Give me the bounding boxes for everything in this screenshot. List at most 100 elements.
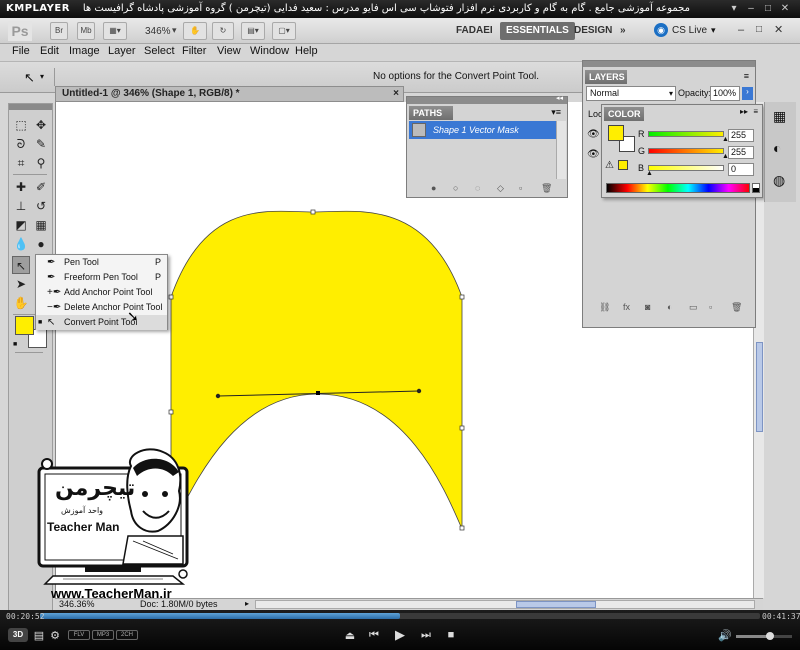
anchor-point-top-left[interactable]: [168, 294, 174, 300]
color-value-field-r[interactable]: 255: [728, 129, 754, 142]
volume-icon[interactable]: 🔊: [718, 629, 732, 642]
default-colors-icon[interactable]: ■: [13, 341, 17, 348]
marquee-tool-icon[interactable]: ⬚: [12, 116, 30, 134]
adjustment-layer-icon[interactable]: ◐: [667, 302, 672, 312]
horizontal-scrollbar[interactable]: [255, 600, 755, 609]
stop-icon[interactable]: ■: [444, 629, 458, 641]
window-close-icon[interactable]: ✕: [778, 2, 792, 15]
menu-image[interactable]: Image: [69, 45, 100, 57]
fill-path-icon[interactable]: ●: [431, 183, 436, 193]
anchor-point-top-right[interactable]: [459, 294, 465, 300]
styles-panel-icon[interactable]: ▦: [773, 108, 786, 125]
3d-button[interactable]: 3D: [8, 628, 28, 642]
flyout-pen-tool[interactable]: ✒ Pen Tool P: [36, 255, 167, 270]
workspace-design[interactable]: DESIGN: [568, 22, 618, 40]
flyout-add-anchor-tool[interactable]: +✒ Add Anchor Point Tool: [36, 285, 167, 300]
status-menu-icon[interactable]: ▸: [245, 599, 249, 608]
extras-menu-button[interactable]: ▦▾: [103, 22, 127, 40]
menu-edit[interactable]: Edit: [40, 45, 59, 57]
menu-window[interactable]: Window: [250, 45, 289, 57]
delete-layer-icon[interactable]: 🗑: [731, 302, 742, 313]
anchor-point-top[interactable]: [310, 209, 316, 215]
adjustments-panel-icon[interactable]: ◐: [773, 140, 781, 156]
gamut-color-swatch[interactable]: [618, 160, 628, 170]
color-value-field-g[interactable]: 255: [728, 146, 754, 159]
layers-tab[interactable]: LAYERS: [585, 70, 627, 84]
load-selection-icon[interactable]: ◌: [475, 183, 480, 193]
color-value-field-b[interactable]: 0: [728, 163, 754, 176]
black-white-swatch[interactable]: [752, 183, 760, 193]
yellow-shape[interactable]: [170, 210, 463, 530]
tool-preset-dropdown-icon[interactable]: ▾: [40, 72, 44, 81]
hand-tool-icon[interactable]: ✋: [12, 294, 30, 312]
anchor-point-mid-right[interactable]: [459, 425, 465, 431]
blend-mode-select[interactable]: Normal ▾: [586, 86, 676, 101]
anchor-point-mid-left[interactable]: [168, 409, 174, 415]
quick-selection-tool-icon[interactable]: ✎: [32, 135, 50, 153]
flyout-freeform-pen-tool[interactable]: ✒ Freeform Pen Tool P: [36, 270, 167, 285]
bridge-button[interactable]: Br: [50, 22, 68, 40]
color-tab[interactable]: COLOR: [604, 107, 644, 121]
color-slider-b[interactable]: [648, 165, 724, 171]
foreground-color-swatch[interactable]: [15, 316, 34, 335]
minimize-icon[interactable]: –: [738, 24, 744, 36]
anchor-point-bottom-right[interactable]: [459, 525, 465, 531]
document-tab[interactable]: Untitled-1 @ 346% (Shape 1, RGB/8) * ×: [55, 86, 404, 102]
masks-panel-icon[interactable]: ◍: [773, 172, 785, 189]
hand-tool-button[interactable]: ✋: [183, 22, 207, 40]
path-item-shape-1[interactable]: Shape 1 Vector Mask: [409, 121, 556, 139]
cs-live-button[interactable]: CS Live: [672, 25, 707, 36]
volume-knob[interactable]: [766, 632, 774, 640]
out-of-gamut-warning-icon[interactable]: ⚠: [605, 160, 614, 171]
healing-brush-tool-icon[interactable]: ✚: [12, 178, 30, 196]
clone-stamp-tool-icon[interactable]: ⊥: [12, 197, 30, 215]
window-pin-icon[interactable]: ▾: [727, 2, 741, 15]
new-path-icon[interactable]: ▫: [519, 183, 522, 193]
opacity-slider-icon[interactable]: ›: [742, 87, 753, 100]
menu-file[interactable]: File: [12, 45, 30, 57]
brush-tool-icon[interactable]: ✐: [32, 178, 50, 196]
dodge-tool-icon[interactable]: ●: [32, 235, 50, 253]
anchor-point-selected[interactable]: [316, 391, 320, 395]
rotate-view-button[interactable]: ↻: [212, 22, 234, 40]
gradient-tool-icon[interactable]: ▦: [32, 216, 50, 234]
cs-live-dropdown-icon[interactable]: ▾: [711, 25, 716, 36]
layers-menu-icon[interactable]: ≡: [744, 71, 749, 81]
convert-point-tool-icon[interactable]: ↖: [24, 70, 35, 86]
eyedropper-tool-icon[interactable]: ⚲: [32, 154, 50, 172]
layer-visibility-icon-1[interactable]: 👁: [587, 129, 600, 140]
zoom-level[interactable]: 346%: [145, 26, 171, 37]
menu-layer[interactable]: Layer: [108, 45, 136, 57]
workspace-fadaei[interactable]: FADAEI: [450, 22, 499, 40]
paths-scrollbar[interactable]: [556, 121, 566, 179]
volume-slider[interactable]: [736, 632, 792, 640]
window-maximize-icon[interactable]: □: [761, 2, 775, 15]
flyout-convert-point-tool[interactable]: ■ ↖ Convert Point Tool: [36, 315, 167, 330]
direction-handle-right[interactable]: [416, 388, 422, 394]
path-selection-tool-icon[interactable]: ➤: [12, 275, 30, 293]
color-slider-knob-b[interactable]: ▲: [646, 170, 653, 177]
new-group-icon[interactable]: ▭: [689, 302, 698, 313]
delete-path-icon[interactable]: 🗑: [541, 183, 552, 194]
lasso-tool-icon[interactable]: ᘐ: [12, 135, 30, 153]
window-minimize-icon[interactable]: –: [744, 2, 758, 15]
color-collapse-icon[interactable]: ▸▸: [740, 107, 748, 116]
color-slider-r[interactable]: [648, 131, 724, 137]
next-icon[interactable]: ⏭: [419, 629, 433, 642]
color-menu-icon[interactable]: ≡: [753, 107, 758, 116]
make-work-path-icon[interactable]: ◇: [497, 183, 504, 194]
playlist-icon[interactable]: ▤: [32, 629, 46, 642]
more-workspaces-icon[interactable]: »: [614, 22, 632, 40]
link-layers-icon[interactable]: ⛓: [599, 302, 610, 313]
mini-bridge-button[interactable]: Mb: [77, 22, 95, 40]
color-slider-g[interactable]: [648, 148, 724, 154]
color-spectrum-ramp[interactable]: [606, 183, 750, 193]
new-layer-icon[interactable]: ▫: [709, 302, 712, 312]
eject-icon[interactable]: ⏏: [343, 629, 357, 642]
paths-menu-icon[interactable]: ▾≡: [551, 107, 561, 118]
pen-tool-icon[interactable]: ↖: [12, 256, 30, 274]
menu-help[interactable]: Help: [295, 45, 318, 57]
play-icon[interactable]: ▶: [393, 627, 407, 643]
layer-visibility-icon-2[interactable]: 👁: [587, 149, 600, 160]
screen-mode-button[interactable]: ▢▾: [272, 22, 296, 40]
